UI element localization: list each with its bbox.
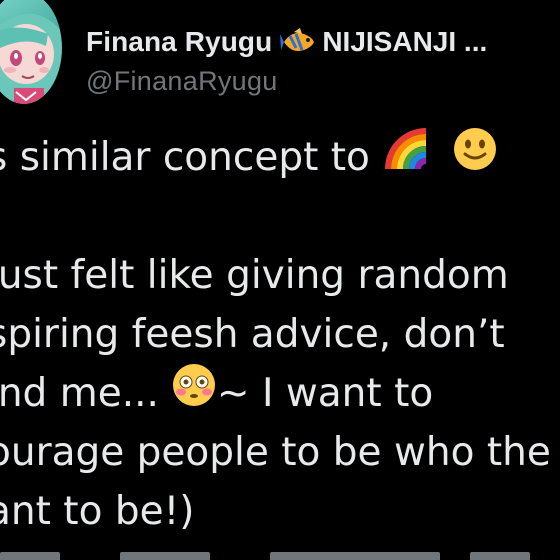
flushed-face-icon (171, 362, 217, 425)
footer-fragment (470, 552, 530, 560)
tweet-line-6: ourage people to be who the (0, 423, 560, 482)
tweet-line-4: spiring feesh advice, don’t (0, 305, 560, 364)
tweet-text-line: ~ I want to (216, 371, 434, 416)
footer-fragment (270, 552, 440, 560)
tweet-line-7: ant to be!) (0, 482, 560, 541)
name-row: Finana Ryugu NIJISANJI ... (86, 24, 556, 60)
avatar[interactable] (0, 0, 62, 104)
tweet-text-line: spiring feesh advice, don’t (0, 312, 505, 357)
tweet-line-5: ind me... ~ I want to (0, 364, 560, 423)
author-block: Finana Ryugu NIJISANJI ... @FinanaRyugu (86, 24, 556, 97)
vtuber-avatar-icon (0, 0, 62, 104)
tweet-text-line: ant to be!) (0, 489, 195, 534)
display-name[interactable]: Finana Ryugu (86, 26, 272, 58)
tweet-text-line: s similar concept to (0, 135, 370, 180)
slightly-smiling-face-icon (452, 126, 498, 189)
tweet-card: Finana Ryugu NIJISANJI ... @FinanaRyugu … (0, 0, 560, 560)
handle[interactable]: @FinanaRyugu (86, 66, 556, 97)
org-label: NIJISANJI ... (322, 26, 488, 57)
tweet-body: s similar concept to just felt like givi… (0, 128, 560, 541)
rainbow-icon (384, 127, 430, 188)
tropical-fish-icon (280, 28, 316, 56)
tweet-text-line: ind me... (0, 371, 159, 416)
footer-fragment (120, 552, 210, 560)
timestamp-row-cutoff (0, 548, 560, 560)
tweet-text-line: ourage people to be who the (0, 430, 551, 475)
tweet-line-3: just felt like giving random (0, 246, 560, 305)
footer-fragment (0, 552, 60, 560)
tweet-text-line: just felt like giving random (0, 253, 509, 298)
tweet-line-1: s similar concept to (0, 128, 560, 187)
